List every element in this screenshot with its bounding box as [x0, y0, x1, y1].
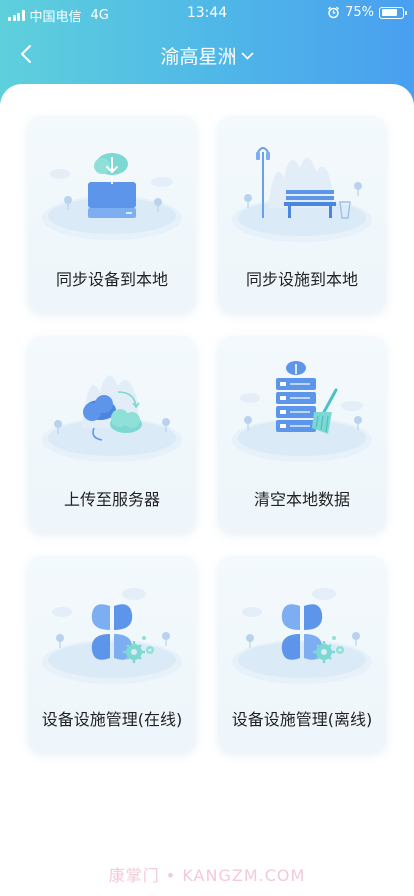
manage-online-card[interactable]: 设备设施管理(在线): [28, 556, 196, 752]
manage-offline-card[interactable]: 设备设施管理(离线): [218, 556, 386, 752]
upload-server-card[interactable]: 上传至服务器: [28, 336, 196, 532]
card-label: 设备设施管理(在线): [41, 710, 183, 729]
content-panel: 同步设备到本地 同步设施到本地 上传至服务器 清空本地数据 设备设施管理(在线)…: [0, 84, 414, 896]
watermark: 康掌门 • KANGZM.COM: [108, 866, 306, 885]
management-gears-icon: [42, 588, 182, 684]
card-label: 同步设施到本地: [245, 270, 358, 289]
sync-devices-card[interactable]: 同步设备到本地: [28, 116, 196, 312]
sync-facilities-card[interactable]: 同步设施到本地: [218, 116, 386, 312]
status-right: 75%: [327, 5, 407, 20]
card-label: 设备设施管理(离线): [231, 710, 373, 729]
page-title: 渝高星洲: [160, 46, 237, 68]
clear-local-data-card[interactable]: 清空本地数据: [218, 336, 386, 532]
alarm-icon: [328, 6, 340, 19]
chevron-down-icon: [241, 52, 253, 60]
card-label: 清空本地数据: [253, 490, 350, 509]
database-clear-icon: [232, 361, 372, 462]
battery-percent: 75%: [345, 5, 374, 20]
battery-icon: [379, 6, 407, 19]
park-bench-icon: [232, 147, 372, 242]
card-label: 同步设备到本地: [55, 270, 168, 289]
cloud-sync-icon: [42, 375, 182, 462]
status-bar: 中国电信 4G 13:44 75%: [0, 0, 414, 28]
card-label: 上传至服务器: [63, 490, 160, 509]
battery-fill: [381, 9, 397, 16]
nav-bar: 渝高星洲: [0, 36, 414, 72]
management-gears-icon: [232, 588, 372, 684]
server-download-icon: [42, 153, 182, 240]
project-selector[interactable]: 渝高星洲: [0, 42, 414, 69]
